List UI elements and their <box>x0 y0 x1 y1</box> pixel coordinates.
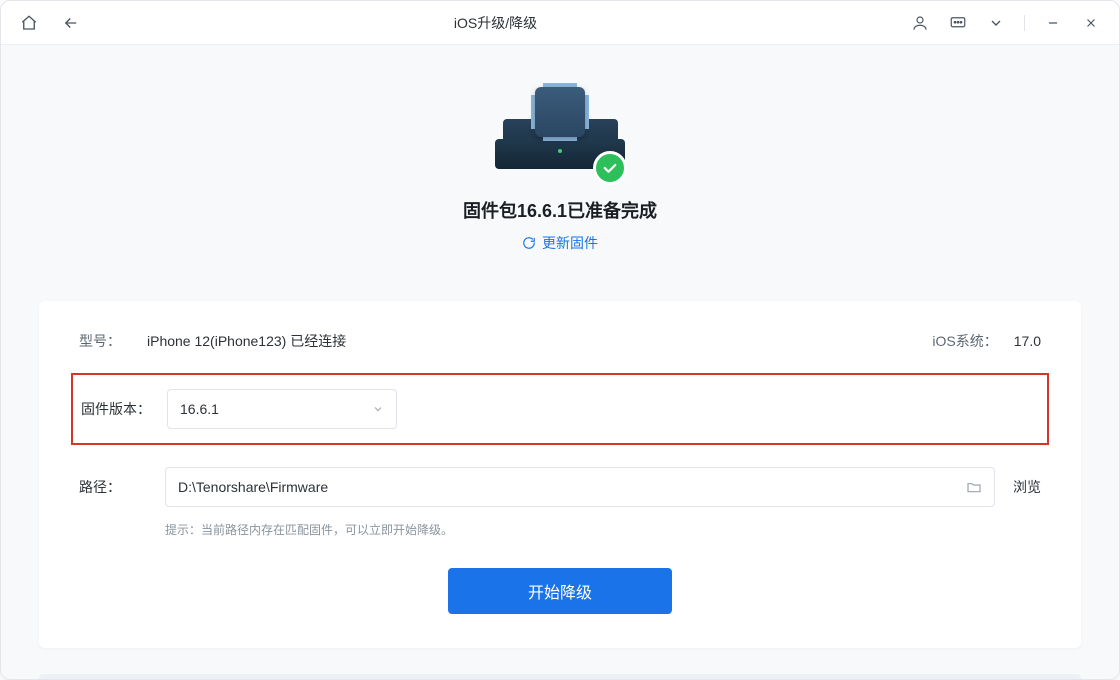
account-button[interactable] <box>906 9 934 37</box>
ios-value: 17.0 <box>1014 333 1041 349</box>
browse-button[interactable]: 浏览 <box>1013 477 1041 497</box>
start-downgrade-button[interactable]: 开始降级 <box>448 568 672 614</box>
footer-bar: 已经有固件？您可以选择 导入本地固件 。 <box>39 674 1081 680</box>
home-button[interactable] <box>15 9 43 37</box>
arrow-left-icon <box>62 14 80 32</box>
check-icon <box>601 159 619 177</box>
firmware-select[interactable]: 16.6.1 <box>167 389 397 429</box>
ios-label: iOS系统： <box>932 331 997 351</box>
refresh-firmware-link[interactable]: 更新固件 <box>522 233 598 253</box>
refresh-label: 更新固件 <box>542 233 598 253</box>
minimize-icon <box>1046 16 1060 30</box>
home-icon <box>20 14 38 32</box>
path-value: D:\Tenorshare\Firmware <box>178 479 328 495</box>
success-badge <box>593 151 627 185</box>
firmware-label: 固件版本： <box>81 399 167 419</box>
device-illustration <box>485 83 635 183</box>
main-card: 型号： iPhone 12(iPhone123) 已经连接 iOS系统： 17.… <box>39 301 1081 648</box>
back-button[interactable] <box>57 9 85 37</box>
hero: 固件包16.6.1已准备完成 更新固件 <box>1 45 1119 279</box>
path-label: 路径： <box>79 477 165 497</box>
firmware-value: 16.6.1 <box>180 401 219 417</box>
model-value: iPhone 12(iPhone123) 已经连接 <box>147 331 346 351</box>
path-hint: 提示：当前路径内存在匹配固件，可以立即开始降级。 <box>165 521 1041 538</box>
window-title: iOS升级/降级 <box>85 13 906 33</box>
refresh-icon <box>522 236 536 250</box>
close-icon <box>1084 16 1098 30</box>
minimize-button[interactable] <box>1039 9 1067 37</box>
firmware-version-highlight: 固件版本： 16.6.1 <box>71 373 1049 445</box>
hero-heading: 固件包16.6.1已准备完成 <box>1 197 1119 223</box>
model-label: 型号： <box>79 331 135 351</box>
close-button[interactable] <box>1077 9 1105 37</box>
divider <box>1024 15 1025 31</box>
folder-icon <box>966 479 982 495</box>
menu-button[interactable] <box>982 9 1010 37</box>
chat-icon <box>949 14 967 32</box>
user-icon <box>911 14 929 32</box>
chevron-down-icon <box>372 403 384 415</box>
path-input[interactable]: D:\Tenorshare\Firmware <box>165 467 995 507</box>
titlebar: iOS升级/降级 <box>1 1 1119 45</box>
chevron-down-icon <box>988 15 1004 31</box>
feedback-button[interactable] <box>944 9 972 37</box>
